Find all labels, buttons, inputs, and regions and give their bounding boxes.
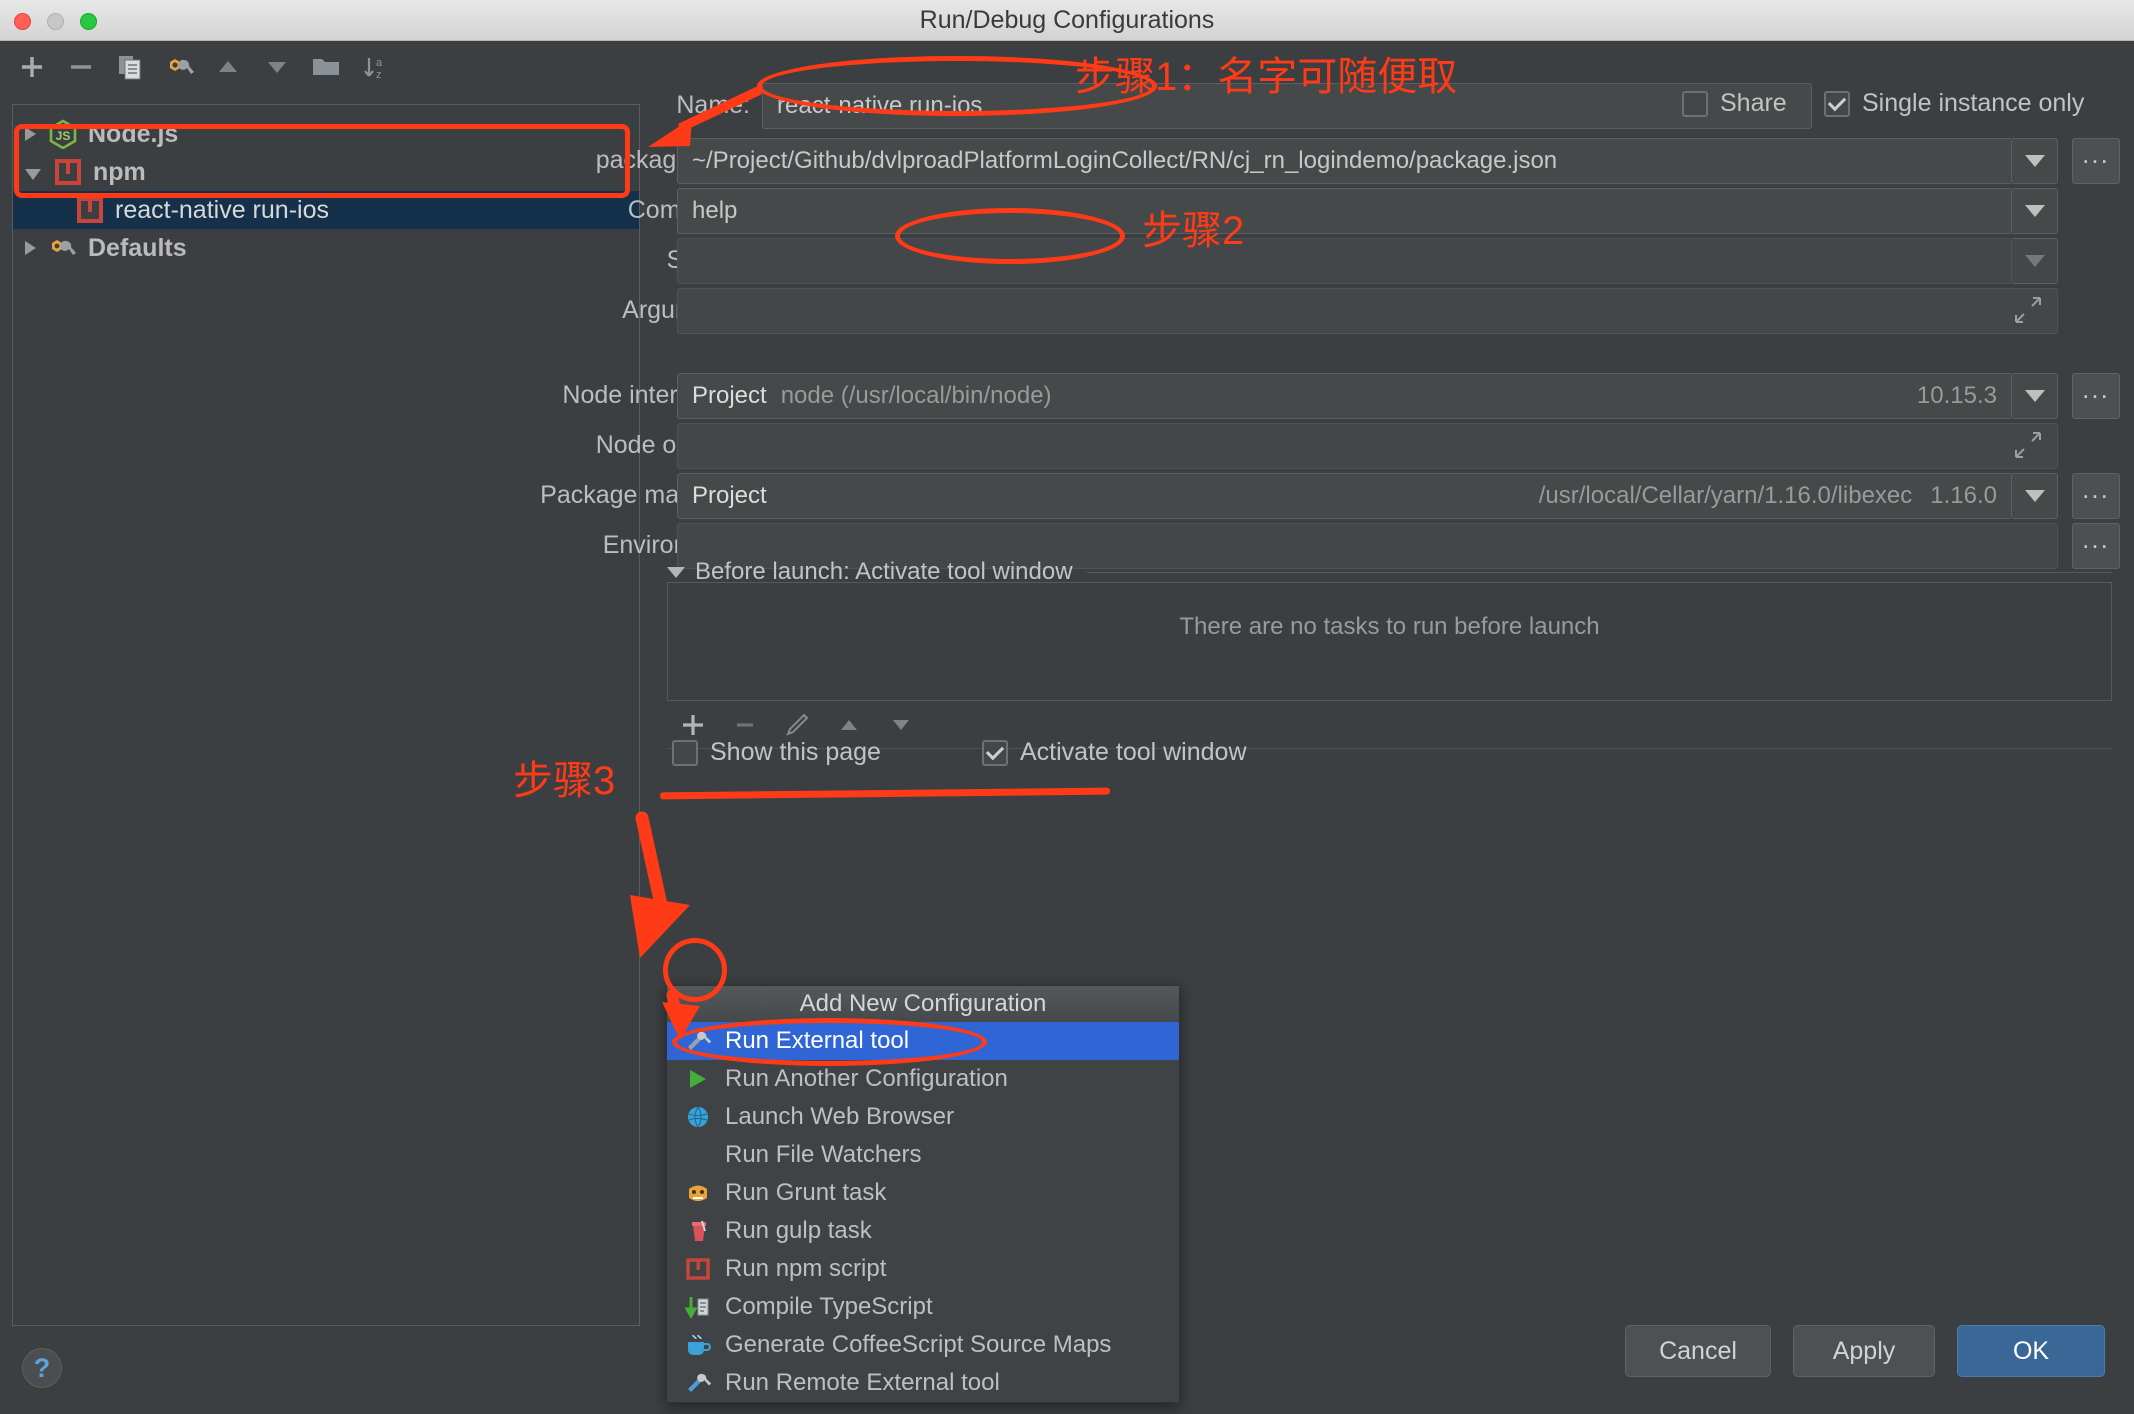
run-debug-configurations-window: Run/Debug Configurations a z JS Node.js … [0,0,2134,1414]
annotation-arrow-to-run-external-tool [662,989,700,1040]
